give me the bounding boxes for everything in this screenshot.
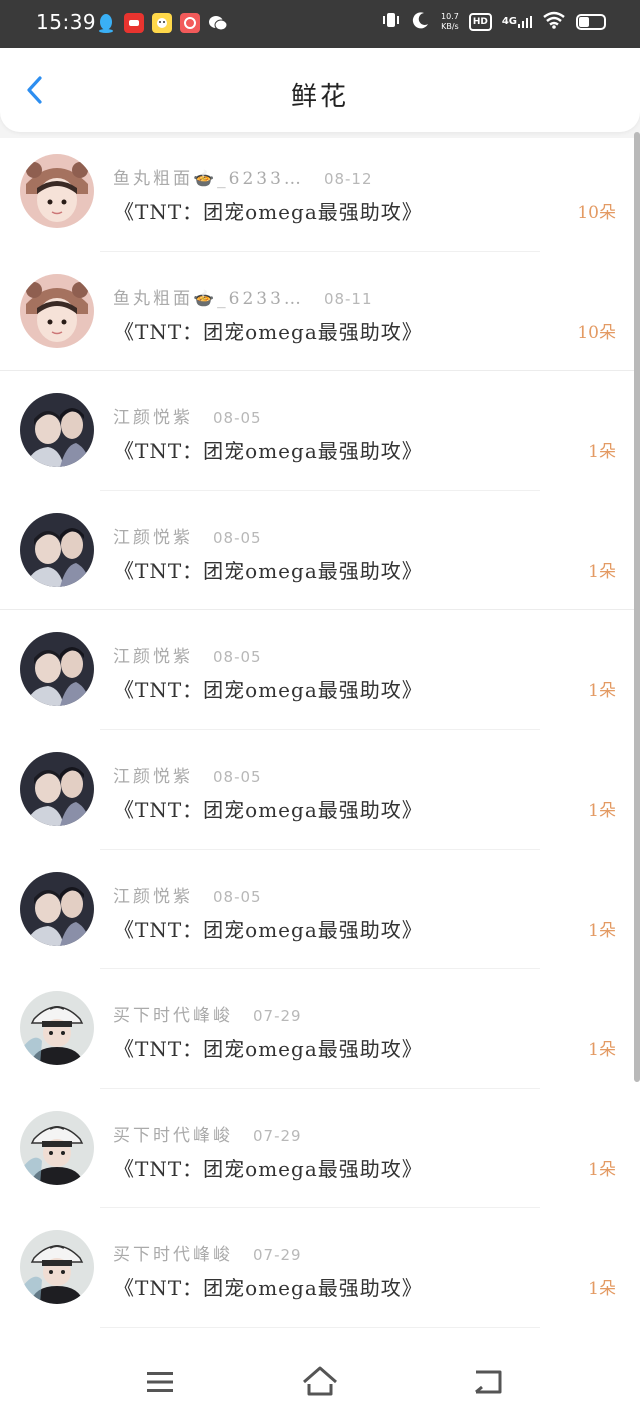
item-date: 07-29 (253, 1126, 302, 1145)
flower-count: 1朵 (588, 920, 616, 941)
status-bar: 15:39 10.7 KB/s HD 4G (0, 0, 640, 48)
return-icon (475, 1370, 502, 1394)
list-item[interactable]: 江颜悦紫 08-05 《TNT：团宠omega最强助攻》 1朵 (0, 491, 640, 611)
status-time: 15:39 (36, 10, 97, 34)
list-item[interactable]: 买下时代峰峻 07-29 《TNT：团宠omega最强助攻》 1朵 (0, 1208, 640, 1328)
item-date: 08-12 (323, 170, 373, 188)
book-title: 《TNT：团宠omega最强助攻》 (114, 1276, 423, 1301)
list-item[interactable]: 鱼丸粗面🍲_6233… 08-11 《TNT：团宠omega最强助攻》 10朵 (0, 252, 640, 372)
system-nav-bar (0, 1346, 640, 1422)
user-name: 江颜悦紫 08-05 (113, 647, 262, 668)
vibrate-icon (381, 10, 401, 34)
boy-cap-avatar[interactable] (20, 1110, 94, 1185)
scrollbar[interactable] (634, 132, 640, 1082)
book-title: 《TNT：团宠omega最强助攻》 (114, 319, 423, 344)
book-title: 《TNT：团宠omega最强助攻》 (114, 917, 423, 942)
system-status-icons: 10.7 KB/s HD 4G (381, 10, 606, 34)
reader-app-icon (180, 13, 200, 33)
qq-icon (96, 13, 116, 33)
flower-count: 1朵 (588, 681, 616, 702)
user-name: 江颜悦紫 08-05 (113, 527, 262, 548)
item-date: 08-05 (213, 528, 262, 547)
couple-avatar[interactable] (20, 393, 94, 468)
flower-count: 1朵 (588, 1159, 616, 1180)
list-item[interactable]: 买下时代峰峻 07-29 《TNT：团宠omega最强助攻》 1朵 (0, 969, 640, 1089)
hd-badge: HD (468, 13, 492, 31)
list-item[interactable]: 江颜悦紫 08-05 《TNT：团宠omega最强助攻》 1朵 (0, 371, 640, 491)
wifi-icon (542, 11, 566, 33)
list-item[interactable]: 鱼丸粗面🍲_6233… 08-12 《TNT：团宠omega最强助攻》 10朵 (0, 132, 640, 252)
flower-count: 10朵 (577, 203, 616, 223)
user-name: 买下时代峰峻 07-29 (113, 1006, 302, 1027)
home-icon (303, 1366, 337, 1396)
book-title: 《TNT：团宠omega最强助攻》 (114, 678, 423, 703)
flower-count: 1朵 (588, 442, 616, 463)
boy-cap-avatar[interactable] (20, 991, 94, 1066)
list-item[interactable]: 江颜悦紫 08-05 《TNT：团宠omega最强助攻》 1朵 (0, 850, 640, 970)
user-name: 买下时代峰峻 07-29 (113, 1245, 302, 1266)
item-date: 07-29 (253, 1246, 302, 1265)
user-name: 鱼丸粗面🍲_6233… 08-11 (113, 288, 373, 309)
menu-button[interactable] (140, 1362, 180, 1402)
book-title: 《TNT：团宠omega最强助攻》 (114, 200, 423, 224)
couple-avatar[interactable] (20, 751, 94, 826)
item-date: 08-05 (213, 767, 262, 786)
home-button[interactable] (300, 1362, 340, 1402)
wechat-icon (208, 13, 228, 33)
girl-avatar[interactable] (20, 154, 94, 228)
girl-avatar[interactable] (20, 273, 94, 348)
flower-count: 1朵 (588, 561, 616, 582)
menu-icon (147, 1372, 173, 1392)
item-date: 08-05 (213, 648, 262, 667)
net-speed: 10.7 KB/s (441, 12, 459, 31)
page-header: 鲜花 (0, 48, 640, 132)
network-type: 4G (501, 16, 517, 27)
flower-count: 10朵 (577, 322, 616, 343)
user-name: 江颜悦紫 08-05 (113, 766, 262, 787)
cartoon-app-icon (152, 13, 172, 33)
list-item[interactable]: 江颜悦紫 08-05 《TNT：团宠omega最强助攻》 1朵 (0, 730, 640, 850)
flower-count: 1朵 (588, 1279, 616, 1300)
user-name: 鱼丸粗面🍲_6233… 08-12 (113, 169, 373, 189)
battery-icon (576, 14, 606, 30)
user-name: 江颜悦紫 08-05 (113, 886, 262, 907)
back-nav-button[interactable] (468, 1362, 508, 1402)
flower-count: 1朵 (588, 800, 616, 821)
list-item[interactable]: 江颜悦紫 08-05 《TNT：团宠omega最强助攻》 1朵 (0, 610, 640, 730)
book-title: 《TNT：团宠omega最强助攻》 (114, 1156, 423, 1181)
user-name: 江颜悦紫 08-05 (113, 408, 262, 429)
moon-icon (411, 10, 431, 34)
flower-count: 1朵 (588, 1040, 616, 1061)
item-date: 08-05 (213, 409, 262, 428)
divider (100, 1326, 540, 1328)
flower-list: 鱼丸粗面🍲_6233… 08-12 《TNT：团宠omega最强助攻》 10朵 鱼… (0, 132, 640, 1328)
boy-cap-avatar[interactable] (20, 1230, 94, 1305)
user-name: 买下时代峰峻 07-29 (113, 1125, 302, 1146)
list-item[interactable]: 买下时代峰峻 07-29 《TNT：团宠omega最强助攻》 1朵 (0, 1089, 640, 1209)
page-title: 鲜花 (290, 82, 349, 112)
red-app-icon (124, 13, 144, 33)
signal-icon: 4G (502, 16, 532, 28)
book-title: 《TNT：团宠omega最强助攻》 (114, 1037, 423, 1062)
book-title: 《TNT：团宠omega最强助攻》 (114, 558, 423, 583)
book-title: 《TNT：团宠omega最强助攻》 (114, 439, 423, 464)
couple-avatar[interactable] (20, 512, 94, 587)
item-date: 07-29 (253, 1007, 302, 1026)
couple-avatar[interactable] (20, 632, 94, 707)
couple-avatar[interactable] (20, 871, 94, 946)
item-date: 08-05 (213, 887, 262, 906)
notification-icons (96, 13, 228, 33)
item-date: 08-11 (323, 289, 373, 308)
book-title: 《TNT：团宠omega最强助攻》 (114, 797, 423, 822)
